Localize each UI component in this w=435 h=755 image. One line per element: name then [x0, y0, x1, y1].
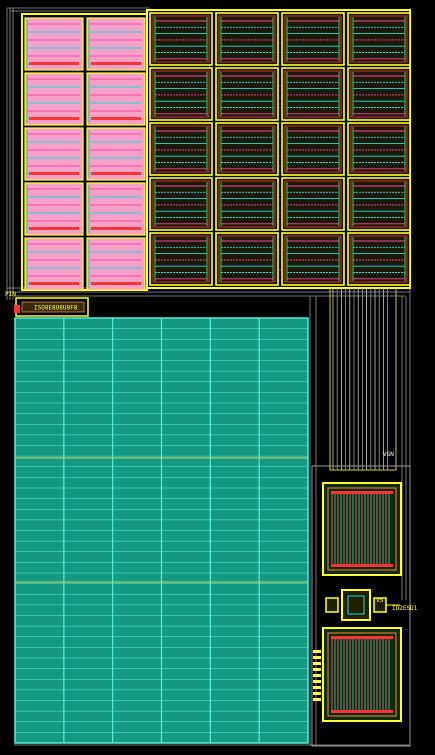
pink-cell [86, 182, 146, 236]
pink-cell [24, 182, 84, 236]
yellow-cell [149, 12, 213, 66]
yellow-cell [347, 177, 411, 231]
pink-cell [86, 127, 146, 181]
pink-cell-block [21, 13, 148, 291]
bus-boundary [329, 287, 397, 471]
pin-label-right-b: IO2ESD1 [392, 605, 418, 612]
yellow-cell [149, 177, 213, 231]
yellow-cell [281, 177, 345, 231]
yellow-cell [149, 67, 213, 121]
side-pin [313, 692, 321, 695]
yellow-cell [281, 122, 345, 176]
pin-label-top-left: PIN [5, 291, 16, 298]
memory-array [14, 317, 309, 744]
pink-cell [24, 237, 84, 291]
side-pin [313, 698, 321, 701]
pink-cell [86, 17, 146, 71]
side-pin [313, 674, 321, 677]
yellow-cell [347, 67, 411, 121]
pink-cell [24, 127, 84, 181]
yellow-cell [347, 122, 411, 176]
side-pin [313, 686, 321, 689]
side-pin [313, 680, 321, 683]
instance-strip: ISO8E8U8U8F8 [14, 297, 89, 317]
yellow-cell [281, 12, 345, 66]
small-device-group [325, 589, 400, 621]
yellow-cell [149, 122, 213, 176]
yellow-cell-block [146, 9, 411, 289]
capacitor-cell [322, 627, 402, 722]
yellow-cell [149, 232, 213, 286]
pin-label-right-a: VS [376, 597, 384, 604]
yellow-cell [347, 232, 411, 286]
pink-cell [24, 17, 84, 71]
yellow-cell [281, 67, 345, 121]
yellow-cell [281, 232, 345, 286]
pink-cell [86, 72, 146, 126]
pink-cell [86, 237, 146, 291]
chip-layout: ISO8E8U8U8F8 PIN VSN VS IO2ESD1 [5, 7, 418, 747]
pink-cell [24, 72, 84, 126]
side-pin [313, 668, 321, 671]
yellow-cell [215, 232, 279, 286]
yellow-cell [215, 177, 279, 231]
instance-strip-label: ISO8E8U8U8F8 [34, 305, 78, 312]
yellow-cell [347, 12, 411, 66]
side-pin [313, 662, 321, 665]
yellow-cell [215, 67, 279, 121]
side-pin [313, 650, 321, 653]
vertical-bus-channel [329, 287, 397, 471]
layout-canvas: ISO8E8U8U8F8 PIN VSN VS IO2ESD1 [0, 0, 435, 755]
capacitor-cell [322, 482, 402, 576]
yellow-cell [215, 12, 279, 66]
pin-label-right-mid: VSN [383, 451, 394, 458]
yellow-cell [215, 122, 279, 176]
side-pin [313, 656, 321, 659]
